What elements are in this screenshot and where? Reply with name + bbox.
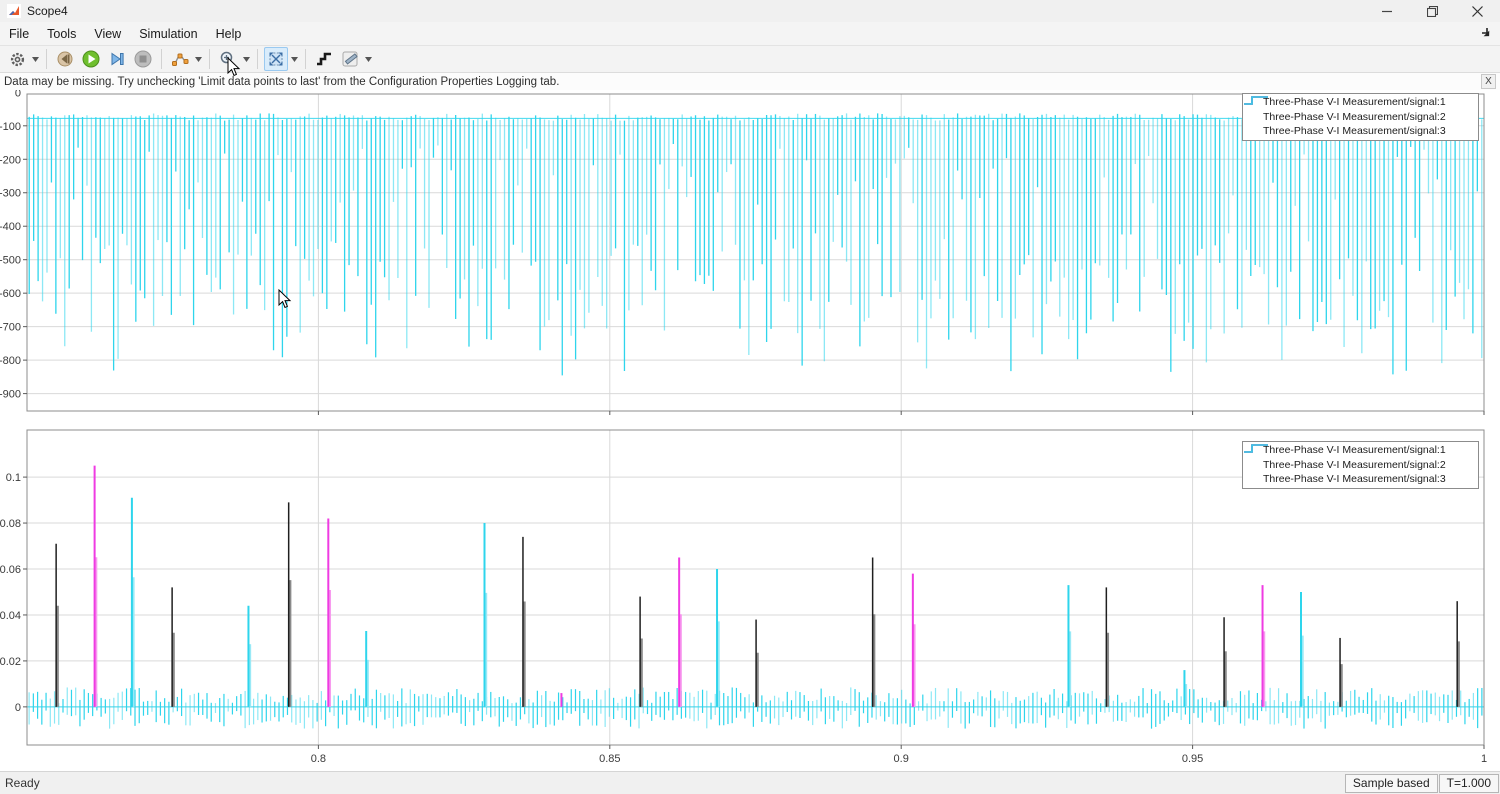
warning-text: Data may be missing. Try unchecking 'Lim… [4, 76, 559, 88]
svg-text:0.85: 0.85 [599, 753, 620, 765]
gear-icon [9, 51, 26, 68]
svg-text:-700: -700 [0, 322, 21, 334]
legend-top-plot[interactable]: Three-Phase V-I Measurement/signal:1 Thre… [1242, 93, 1479, 141]
scope-plots: 0 -100 -200 -300 -400 -500 -600 -700 -800 -900 0 0.… [0, 90, 1500, 771]
svg-text:0.06: 0.06 [0, 564, 21, 576]
chevron-down-icon [365, 57, 372, 62]
toolbar-separator [305, 49, 306, 69]
menu-item-file[interactable]: File [0, 23, 38, 45]
step-forward-button[interactable] [105, 47, 129, 71]
chevron-down-icon [32, 57, 39, 62]
svg-text:0.1: 0.1 [6, 472, 21, 484]
restore-icon [1427, 6, 1438, 17]
status-text: Ready [5, 776, 1345, 790]
legend-step-line-icon [1243, 94, 1269, 106]
status-bar: Ready Sample based T=1.000 [0, 771, 1500, 794]
sample-mode-indicator: Sample based [1345, 774, 1438, 793]
play-icon [82, 50, 100, 68]
step-back-icon [56, 50, 74, 68]
svg-text:-500: -500 [0, 255, 21, 267]
chevron-down-icon [291, 57, 298, 62]
legend-entry: Three-Phase V-I Measurement/signal:1 [1249, 95, 1474, 110]
svg-text:0.95: 0.95 [1182, 753, 1203, 765]
trigger-button[interactable] [338, 47, 362, 71]
svg-text:0.04: 0.04 [0, 610, 21, 622]
legend-label: Three-Phase V-I Measurement/signal:2 [1263, 459, 1446, 471]
legend-entry: Three-Phase V-I Measurement/signal:3 [1249, 124, 1474, 139]
step-back-button[interactable] [53, 47, 77, 71]
stop-icon [134, 50, 152, 68]
legend-label: Three-Phase V-I Measurement/signal:3 [1263, 473, 1446, 485]
svg-text:-600: -600 [0, 288, 21, 300]
highlight-simulink-block-button[interactable] [312, 47, 336, 71]
warning-close-button[interactable]: X [1481, 74, 1496, 89]
window-title: Scope4 [27, 4, 68, 18]
fit-to-view-button[interactable] [264, 47, 288, 71]
svg-text:-100: -100 [0, 121, 21, 133]
simulink-stairs-icon [315, 50, 333, 68]
svg-text:0.9: 0.9 [894, 753, 909, 765]
step-forward-icon [108, 50, 126, 68]
style-dropdown[interactable] [193, 47, 203, 71]
legend-entry: Three-Phase V-I Measurement/signal:2 [1249, 458, 1474, 473]
svg-text:-200: -200 [0, 154, 21, 166]
scope-window: Scope4 FileToolsViewSimulationHelp [0, 0, 1500, 794]
signal-style-icon [171, 50, 189, 68]
trigger-dropdown[interactable] [363, 47, 373, 71]
svg-text:-400: -400 [0, 221, 21, 233]
zoom-dropdown[interactable] [241, 47, 251, 71]
run-button[interactable] [79, 47, 103, 71]
magnifier-icon [219, 50, 237, 68]
config-properties-button[interactable] [5, 47, 29, 71]
chevron-down-icon [195, 57, 202, 62]
svg-text:-900: -900 [0, 389, 21, 401]
toolbar-separator [257, 49, 258, 69]
legend-bottom-plot[interactable]: Three-Phase V-I Measurement/signal:1 Thre… [1242, 441, 1479, 489]
warning-bar: Data may be missing. Try unchecking 'Lim… [0, 73, 1500, 91]
svg-text:0.02: 0.02 [0, 656, 21, 668]
legend-label: Three-Phase V-I Measurement/signal:1 [1263, 444, 1446, 456]
legend-step-line-icon [1243, 442, 1269, 454]
legend-entry: Three-Phase V-I Measurement/signal:3 [1249, 472, 1474, 487]
menu-item-simulation[interactable]: Simulation [130, 23, 206, 45]
minimize-button[interactable] [1365, 0, 1410, 22]
svg-text:0: 0 [15, 702, 21, 714]
minimize-icon [1382, 6, 1393, 17]
dock-icon[interactable] [1478, 26, 1494, 42]
sim-time-indicator: T=1.000 [1439, 774, 1499, 793]
stop-button[interactable] [131, 47, 155, 71]
menu-item-view[interactable]: View [85, 23, 130, 45]
toolbar-separator [209, 49, 210, 69]
legend-label: Three-Phase V-I Measurement/signal:2 [1263, 111, 1446, 123]
style-signals-button[interactable] [168, 47, 192, 71]
menu-item-tools[interactable]: Tools [38, 23, 85, 45]
legend-entry: Three-Phase V-I Measurement/signal:1 [1249, 443, 1474, 458]
toolbar [0, 46, 1500, 73]
restore-button[interactable] [1410, 0, 1455, 22]
plot-area[interactable]: 0 -100 -200 -300 -400 -500 -600 -700 -800 -900 0 0.… [0, 90, 1500, 771]
svg-text:1: 1 [1481, 753, 1487, 765]
svg-text:0: 0 [15, 90, 21, 99]
menu-item-help[interactable]: Help [207, 23, 251, 45]
toolbar-separator [161, 49, 162, 69]
matlab-app-icon [7, 4, 21, 18]
svg-text:0.08: 0.08 [0, 518, 21, 530]
toolbar-separator [46, 49, 47, 69]
svg-text:0.8: 0.8 [311, 753, 326, 765]
title-bar: Scope4 [0, 0, 1500, 22]
legend-entry: Three-Phase V-I Measurement/signal:2 [1249, 110, 1474, 125]
legend-label: Three-Phase V-I Measurement/signal:1 [1263, 96, 1446, 108]
fit-to-view-icon [267, 50, 285, 68]
zoom-button[interactable] [216, 47, 240, 71]
svg-text:-800: -800 [0, 355, 21, 367]
fit-dropdown[interactable] [289, 47, 299, 71]
legend-label: Three-Phase V-I Measurement/signal:3 [1263, 125, 1446, 137]
close-button[interactable] [1455, 0, 1500, 22]
menu-bar: FileToolsViewSimulationHelp [0, 22, 1500, 46]
chevron-down-icon [243, 57, 250, 62]
svg-text:-300: -300 [0, 188, 21, 200]
pen-icon [341, 50, 359, 68]
config-dropdown[interactable] [30, 47, 40, 71]
close-icon [1472, 6, 1483, 17]
